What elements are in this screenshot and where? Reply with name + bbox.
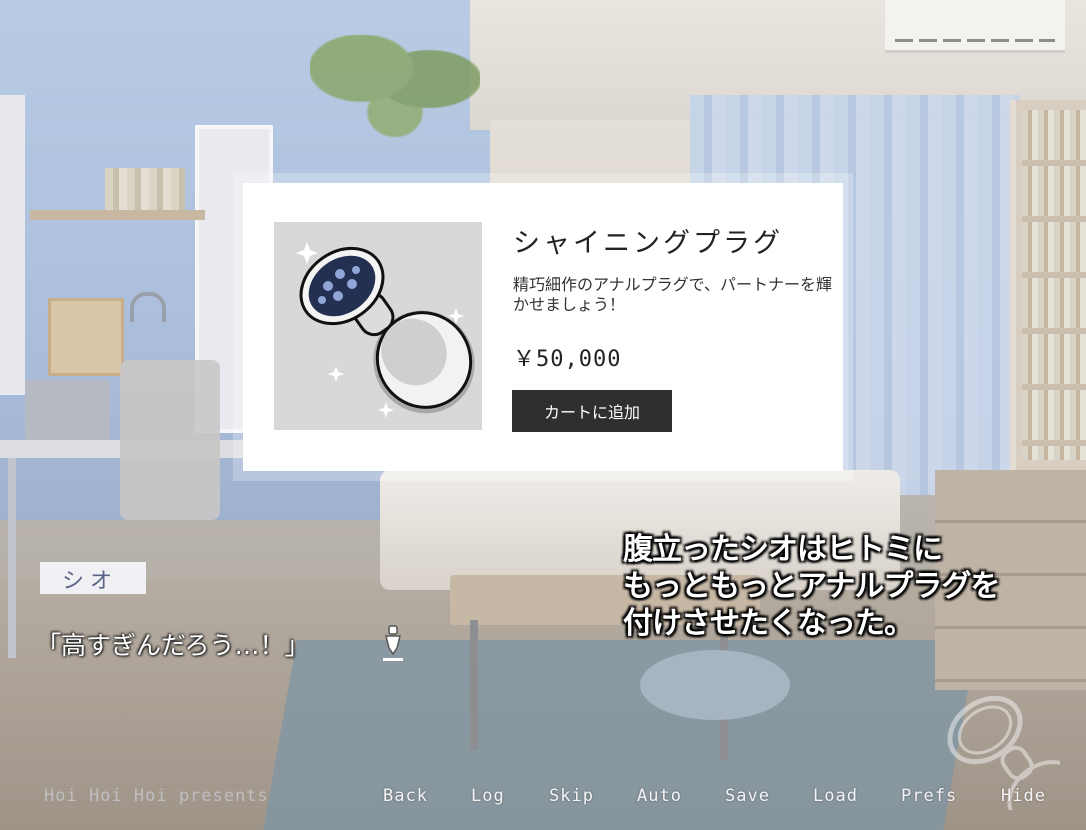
narration-line: 腹立ったシオはヒトミに (623, 532, 943, 567)
back-button[interactable]: Back (383, 786, 428, 806)
save-button[interactable]: Save (725, 786, 770, 806)
product-description: 精巧細作のアナルプラグで、パートナーを輝かせましょう！ (513, 275, 833, 314)
butt-plug-icon (296, 242, 475, 418)
desk-leg (8, 458, 16, 658)
bookcase (1010, 100, 1086, 470)
credit-text: Hoi Hoi Hoi presents (44, 786, 269, 806)
product-name: シャイニングプラグ (513, 228, 783, 259)
office-chair (120, 360, 220, 520)
headphones (130, 292, 166, 322)
prefs-button[interactable]: Prefs (901, 786, 957, 806)
hide-button[interactable]: Hide (1001, 786, 1046, 806)
shelf-books (105, 168, 185, 210)
auto-button[interactable]: Auto (637, 786, 682, 806)
log-button[interactable]: Log (471, 786, 505, 806)
air-conditioner (885, 0, 1065, 53)
product-card: シャイニングプラグ 精巧細作のアナルプラグで、パートナーを輝かせましょう！ ￥5… (243, 183, 843, 471)
wall-shelf (30, 210, 205, 220)
table-leg (470, 620, 478, 750)
skip-button[interactable]: Skip (549, 786, 594, 806)
click-to-continue-icon[interactable] (382, 624, 404, 662)
floor-cushion (640, 650, 790, 720)
narration-text: 腹立ったシオはヒトミに もっともっとアナルプラグを 付けさせたくなった。 (623, 531, 1063, 642)
speaker-name-box: シオ (40, 562, 146, 594)
hanging-plant (310, 35, 480, 145)
load-button[interactable]: Load (813, 786, 858, 806)
add-to-cart-button[interactable]: カートに追加 (512, 390, 672, 432)
product-price: ￥50,000 (513, 347, 622, 372)
left-window (0, 95, 25, 395)
monitor (25, 380, 110, 440)
speaker-name: シオ (62, 569, 119, 594)
narration-line: 付けさせたくなった。 (623, 606, 914, 641)
narration-line: もっともっとアナルプラグを (623, 569, 1000, 604)
dialogue-text[interactable]: 「高すぎんだろう…！」 (36, 626, 310, 662)
product-image (274, 222, 482, 430)
rug (263, 640, 977, 830)
cork-board (48, 298, 124, 376)
